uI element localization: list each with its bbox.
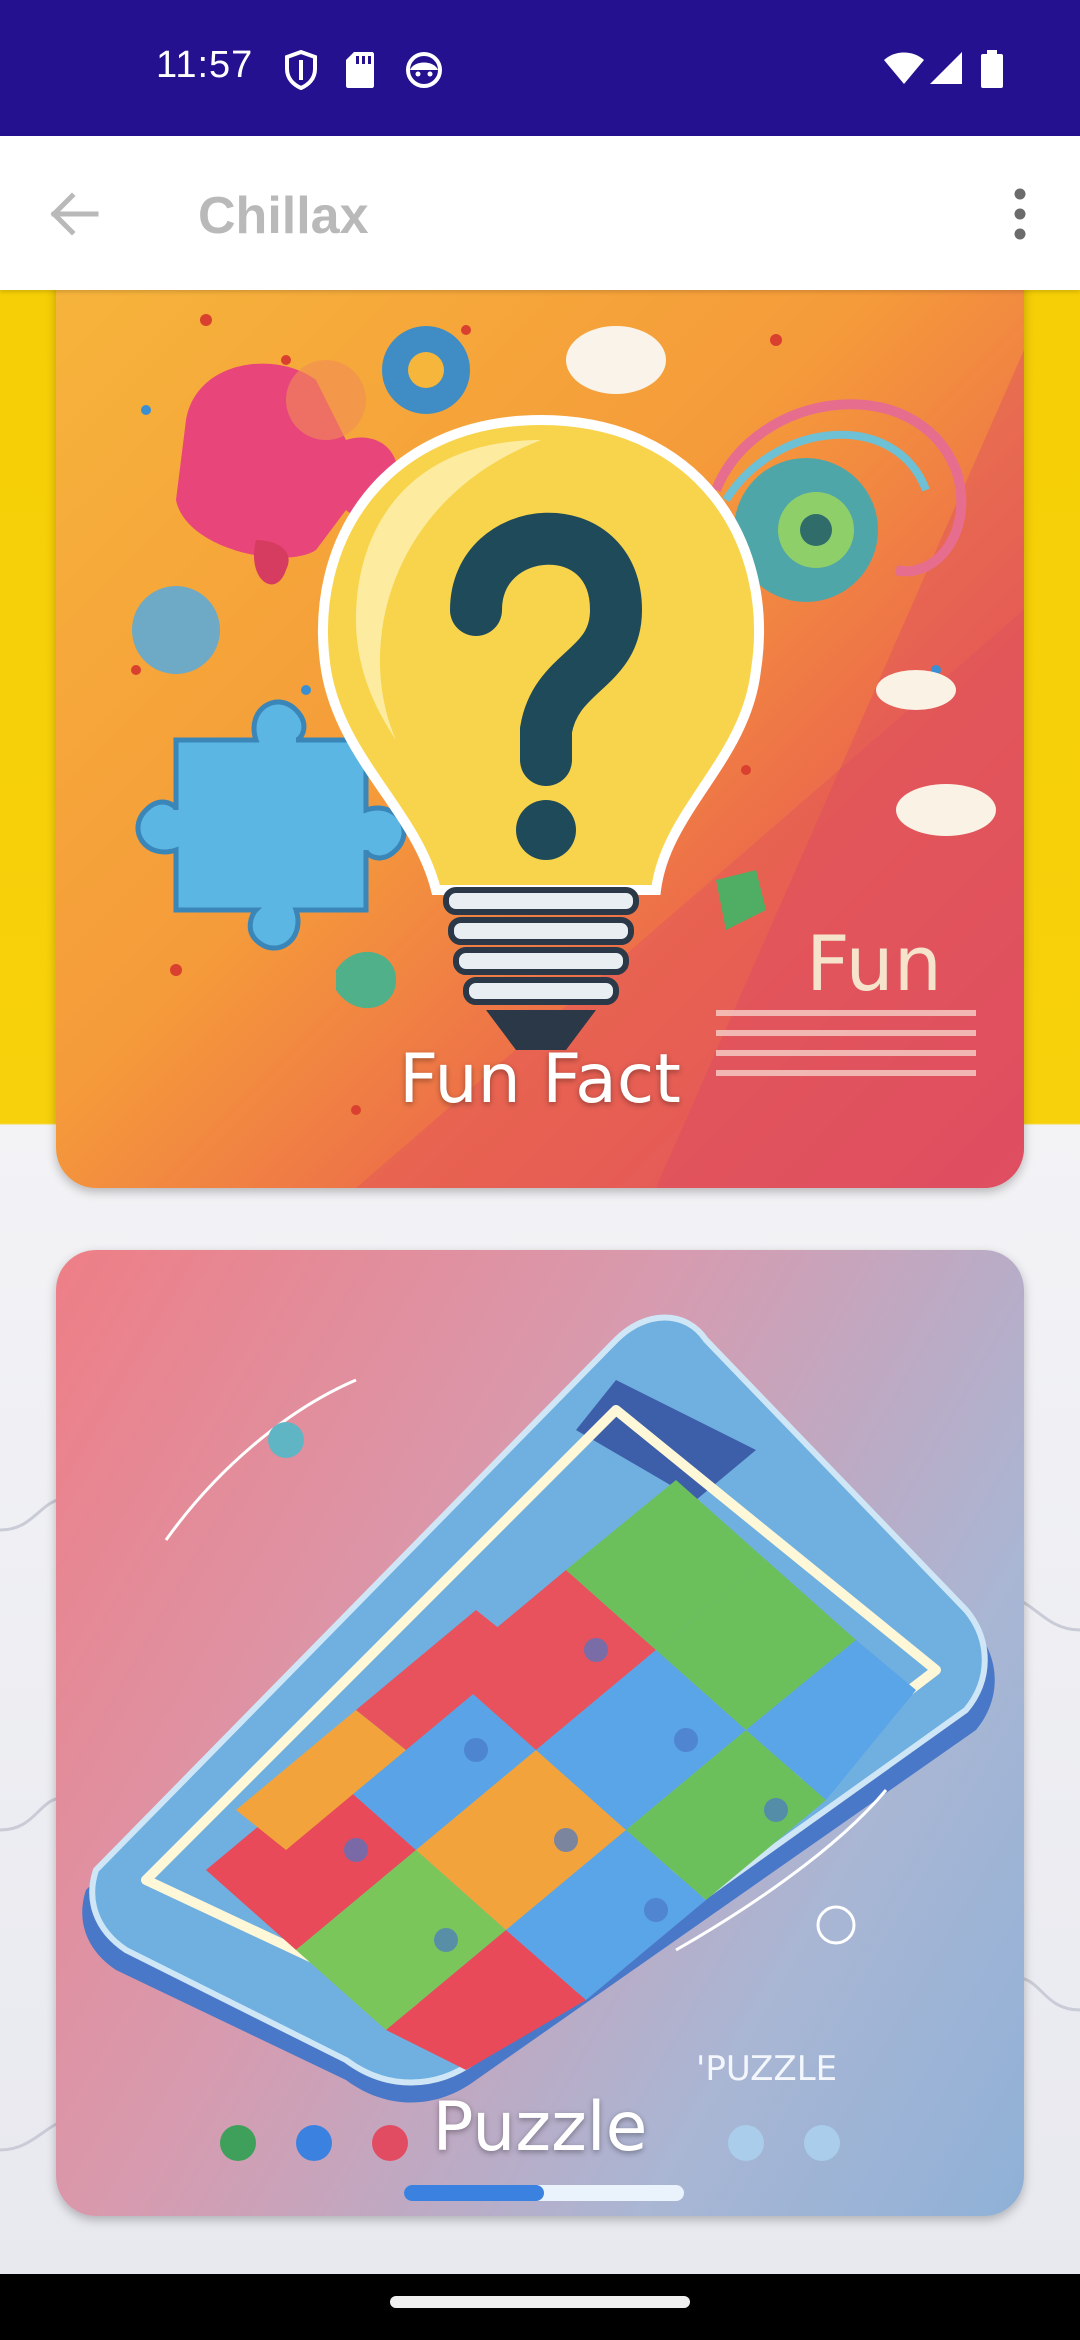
cell-signal-icon (930, 52, 962, 84)
puzzle-phone-illustration: 'PUZZLE (82, 1314, 995, 2201)
arrow-left-icon (50, 192, 99, 236)
app-title: Chillax (198, 187, 369, 245)
wifi-icon (884, 52, 924, 84)
more-vertical-icon (1014, 188, 1026, 240)
overflow-menu-button[interactable] (1000, 178, 1040, 250)
sd-card-icon (346, 52, 374, 88)
app-bar: Chillax (0, 136, 1080, 290)
fun-fact-card[interactable]: Fun Fun Fact (56, 290, 1024, 1188)
battery-icon (981, 50, 1003, 88)
back-button[interactable] (38, 178, 110, 250)
status-bar: 11:57 (0, 0, 1080, 136)
shield-icon (285, 50, 317, 90)
home-indicator[interactable] (390, 2296, 690, 2308)
navigation-bar (0, 2274, 1080, 2340)
puzzle-label: Puzzle (432, 2088, 648, 2167)
status-time: 11:57 (156, 44, 254, 86)
fun-image-text: Fun (806, 919, 942, 1008)
android-face-icon (406, 52, 442, 88)
puzzle-card[interactable]: 'PUZZLE Puzzle (56, 1250, 1024, 2216)
fun-fact-label: Fun Fact (399, 1040, 681, 1119)
content-area: Fun Fun Fact 'PUZZLE Puzzle (0, 290, 1080, 2274)
puzzle-image-text: 'PUZZLE (696, 2049, 837, 2089)
